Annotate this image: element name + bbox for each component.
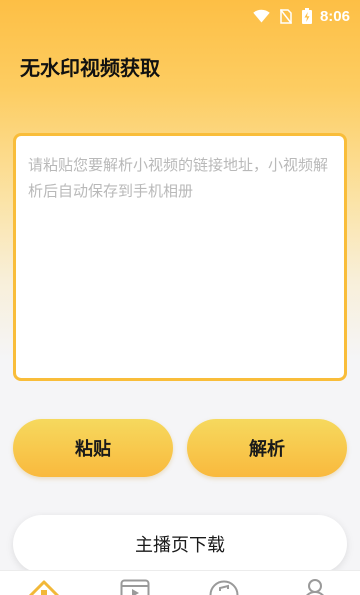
no-sim-icon bbox=[279, 8, 292, 24]
url-input-box[interactable] bbox=[13, 133, 347, 381]
page-title: 无水印视频获取 bbox=[20, 56, 160, 80]
tab-music[interactable] bbox=[209, 579, 239, 595]
bottom-tab-bar bbox=[0, 570, 360, 595]
home-icon bbox=[28, 580, 60, 595]
status-time: 8:06 bbox=[319, 7, 350, 25]
user-icon bbox=[306, 579, 324, 595]
video-icon bbox=[120, 579, 150, 595]
music-icon bbox=[209, 580, 239, 595]
tab-video[interactable] bbox=[120, 579, 150, 595]
battery-charging-icon bbox=[301, 8, 312, 24]
status-bar: 8:06 bbox=[0, 0, 360, 32]
host-page-download-button[interactable]: 主播页下载 bbox=[13, 515, 347, 573]
url-input[interactable] bbox=[28, 152, 332, 362]
tab-profile[interactable] bbox=[300, 579, 330, 595]
tab-home[interactable] bbox=[28, 579, 60, 595]
wifi-icon bbox=[253, 9, 270, 23]
parse-button[interactable]: 解析 bbox=[187, 419, 347, 477]
paste-button[interactable]: 粘贴 bbox=[13, 419, 173, 477]
